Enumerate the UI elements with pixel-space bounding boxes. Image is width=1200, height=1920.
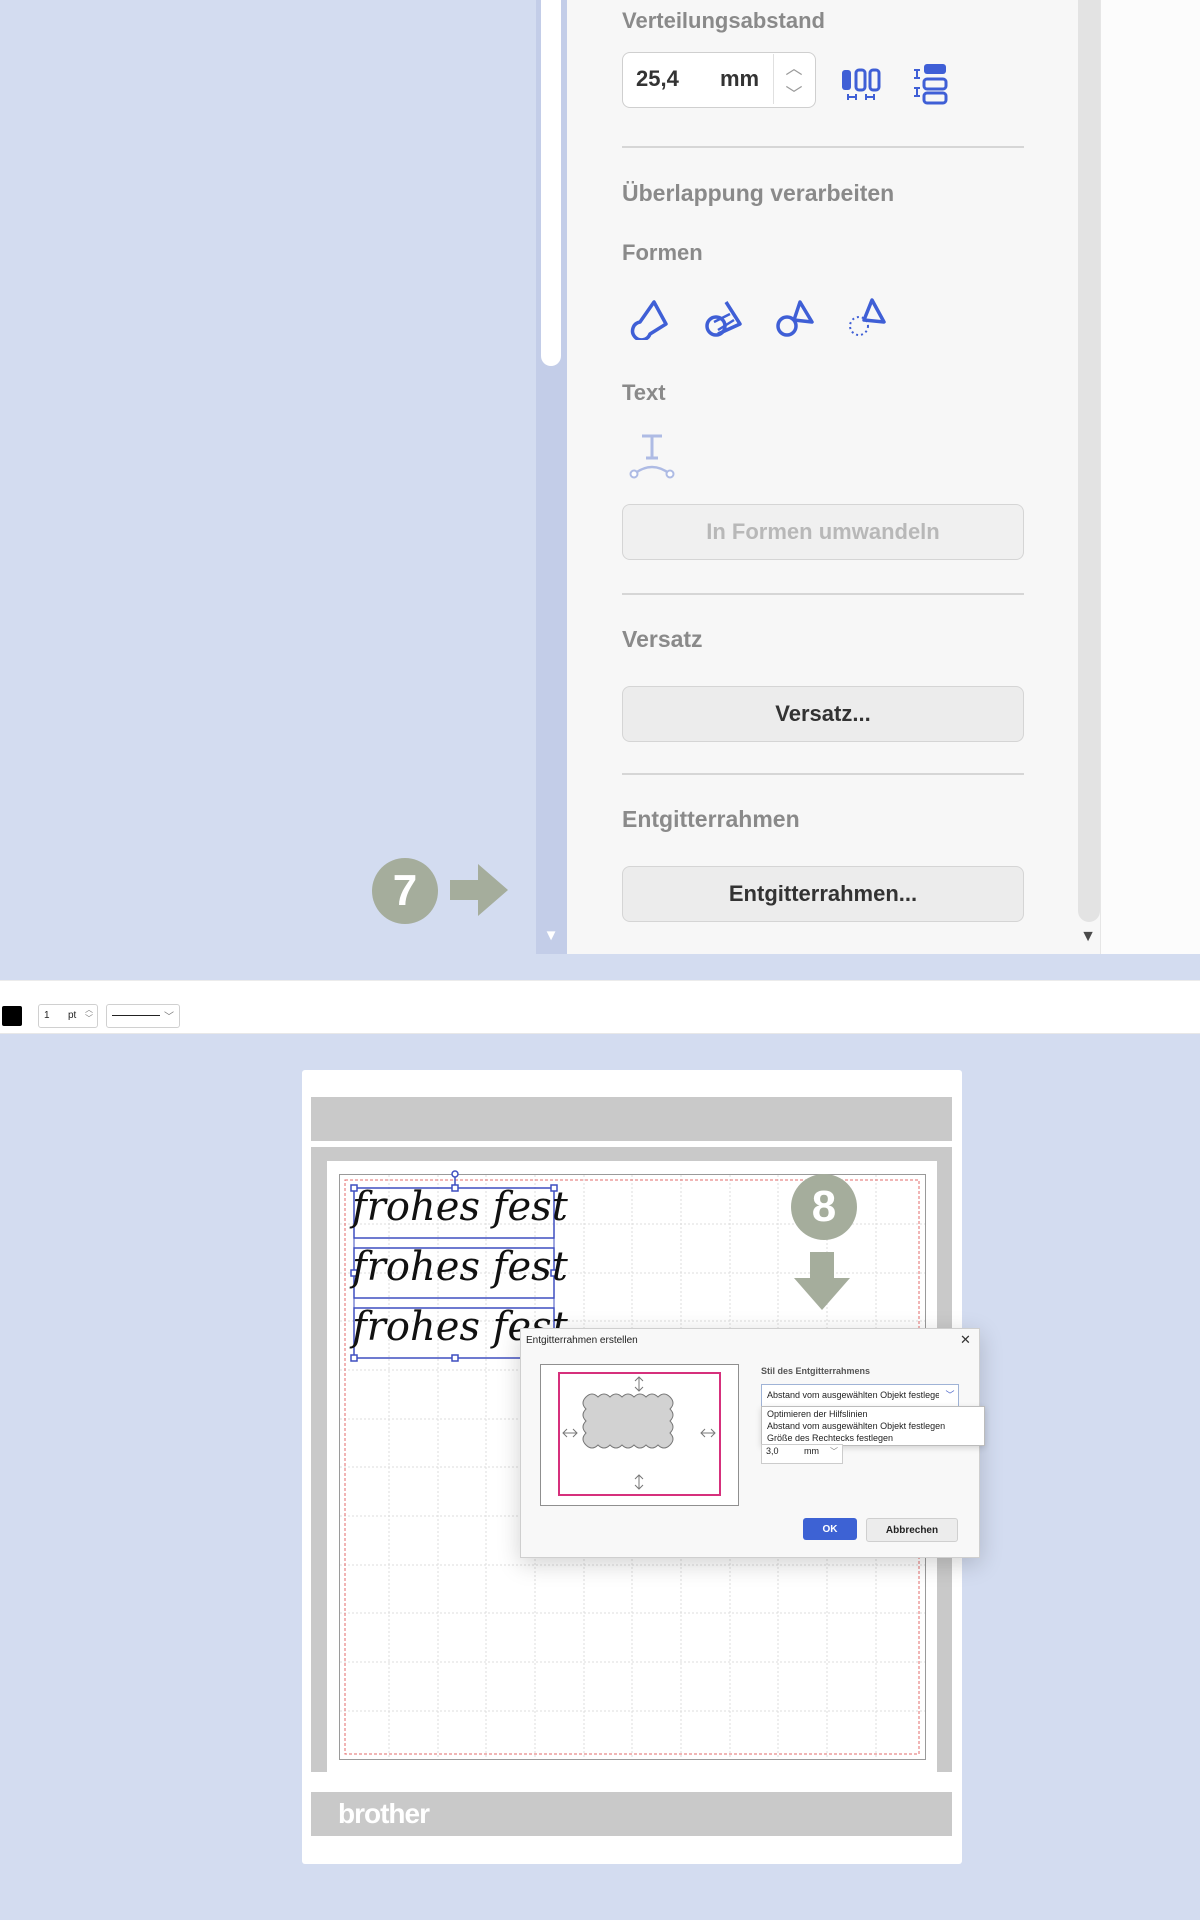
text-line-2: frohes fest [352, 1244, 568, 1290]
divider [622, 146, 1024, 148]
panel-edge [1100, 0, 1200, 954]
divide-icon[interactable] [700, 292, 748, 340]
stroke-width-value[interactable]: 1 [44, 1010, 50, 1021]
arrow-down-icon [792, 1252, 852, 1317]
distribute-vertical-icon[interactable] [914, 62, 950, 111]
margin-unit: mm [804, 1446, 819, 1456]
weld-icon[interactable] [628, 292, 676, 340]
text-label: Text [622, 380, 666, 405]
shapes-label: Formen [622, 240, 703, 265]
stroke-width-unit: pt [68, 1010, 77, 1021]
text-line-1: frohes fest [352, 1184, 568, 1230]
brand-logo: brother [338, 1798, 430, 1829]
step-7-badge: 7 [372, 858, 438, 924]
ok-button[interactable]: OK [803, 1518, 857, 1540]
trim-icon[interactable] [772, 292, 820, 340]
close-icon[interactable]: ✕ [960, 1332, 971, 1348]
margin-value[interactable]: 3,0 [766, 1446, 779, 1456]
cancel-button[interactable]: Abbrechen [866, 1518, 958, 1542]
offset-heading: Versatz [622, 626, 703, 652]
chevron-down-icon[interactable]: ﹀ [164, 1008, 174, 1023]
canvas-scrollbar-thumb[interactable] [541, 0, 561, 366]
style-option-3[interactable]: Größe des Rechtecks festlegen [767, 1433, 893, 1443]
panel-scroll-down-arrow-icon[interactable]: ▼ [1077, 928, 1099, 946]
text-path-icon[interactable] [628, 430, 676, 485]
stroke-spin-icon[interactable]: ︿ ﹀ [85, 1005, 93, 1023]
distribution-value[interactable]: 25,4 [636, 66, 679, 92]
style-label: Stil des Entgitterrahmens [761, 1366, 871, 1376]
solid-line-icon [112, 1015, 160, 1016]
stroke-toolbar [0, 980, 1200, 1034]
margin-spin-icon[interactable]: ﹀ [830, 1446, 838, 1457]
convert-to-shapes-button[interactable]: In Formen umwandeln [622, 504, 1024, 560]
frame-preview [540, 1364, 739, 1506]
overlap-heading: Überlappung verarbeiten [622, 180, 895, 206]
divider [622, 593, 1024, 595]
stroke-color-swatch[interactable] [2, 1006, 22, 1026]
scroll-down-arrow-icon[interactable]: ▼ [543, 928, 559, 944]
style-option-2[interactable]: Abstand vom ausgewählten Objekt festlege… [767, 1421, 945, 1431]
subtract-icon[interactable] [844, 292, 892, 340]
frame-button[interactable]: Entgitterrahmen... [622, 866, 1024, 922]
distribution-label: Verteilungsabstand [622, 8, 825, 33]
spin-up-icon[interactable]: ︿ [780, 54, 808, 78]
step-8-badge: 8 [791, 1174, 857, 1240]
mat-top-bar [311, 1097, 952, 1141]
chevron-down-icon[interactable]: ﹀ [943, 1387, 957, 1403]
distribute-horizontal-icon[interactable] [840, 64, 882, 109]
arrow-right-icon [450, 860, 510, 925]
dialog-title: Entgitterrahmen erstellen [526, 1335, 638, 1346]
style-select-value[interactable]: Abstand vom ausgewählten Objekt festlege… [767, 1390, 939, 1400]
distribution-unit: mm [720, 66, 760, 91]
spin-down-icon[interactable]: ﹀ [780, 80, 808, 104]
offset-button[interactable]: Versatz... [622, 686, 1024, 742]
panel-scrollbar-thumb[interactable] [1078, 0, 1100, 922]
style-option-1[interactable]: Optimieren der Hilfslinien [767, 1409, 868, 1419]
divider [622, 773, 1024, 775]
spinbox-separator [773, 54, 774, 104]
frame-heading: Entgitterrahmen [622, 806, 800, 832]
